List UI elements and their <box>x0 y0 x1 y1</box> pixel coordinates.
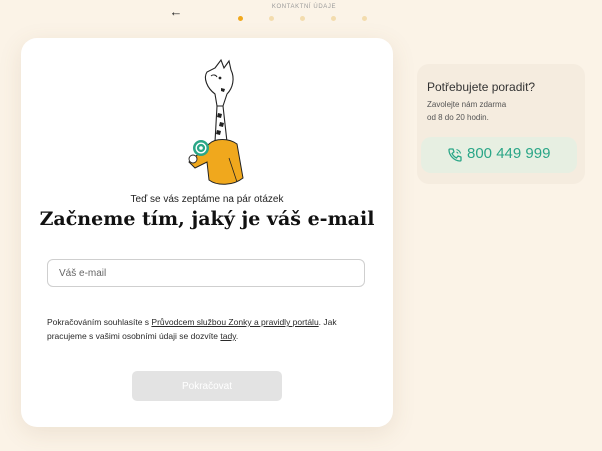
phone-icon <box>448 148 462 162</box>
progress-step-3 <box>300 16 305 21</box>
continue-button[interactable]: Pokračovat <box>132 371 282 401</box>
progress-steps <box>238 16 368 22</box>
phone-link[interactable]: 800 449 999 <box>421 137 577 173</box>
step-label: KONTAKTNÍ ÚDAJE <box>271 4 337 10</box>
page-title: Začneme tím, jaký je váš e-mail <box>39 208 375 230</box>
email-form-card: Teď se vás zeptáme na pár otázek Začneme… <box>21 38 393 427</box>
giraffe-illustration <box>188 58 244 185</box>
progress-step-2 <box>269 16 274 21</box>
progress-step-1 <box>238 16 243 21</box>
help-title: Potřebujete poradit? <box>427 80 536 94</box>
help-subtitle: Zavolejte nám zdarma od 8 do 20 hodin. <box>427 98 577 124</box>
terms-link[interactable]: Průvodcem službou Zonky a pravidly portá… <box>151 317 318 327</box>
intro-text: Teď se vás zeptáme na pár otázek <box>130 194 284 205</box>
consent-prefix: Pokračováním souhlasíte s <box>47 317 152 327</box>
back-arrow-icon[interactable]: ← <box>168 4 184 20</box>
progress-step-5 <box>362 16 367 21</box>
help-panel: Potřebujete poradit? Zavolejte nám zdarm… <box>417 64 585 184</box>
help-line-2: od 8 do 20 hodin. <box>427 113 489 122</box>
email-input[interactable] <box>47 259 365 287</box>
consent-text: Pokračováním souhlasíte s Průvodcem služ… <box>47 315 367 343</box>
progress-step-4 <box>331 16 336 21</box>
consent-suffix: . <box>235 331 239 341</box>
help-line-1: Zavolejte nám zdarma <box>427 100 507 109</box>
phone-number[interactable]: 800 449 999 <box>467 145 550 162</box>
privacy-link[interactable]: tady <box>220 331 235 341</box>
top-bar: ← KONTAKTNÍ ÚDAJE <box>0 0 602 32</box>
